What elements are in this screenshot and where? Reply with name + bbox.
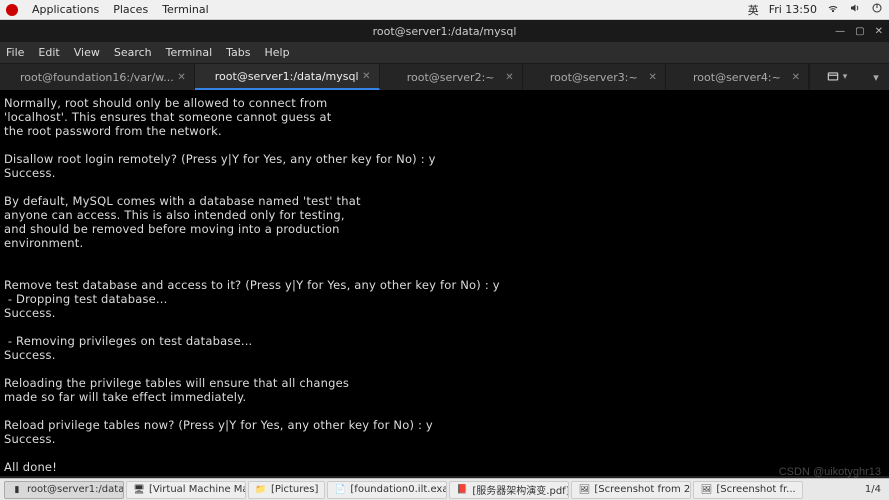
new-tab-menu-button[interactable]: ▾ [809,64,863,90]
folder-icon: 📁 [255,484,267,496]
menu-applications[interactable]: Applications [32,3,99,16]
volume-icon[interactable] [849,2,861,17]
menu-file[interactable]: File [6,46,24,59]
close-icon[interactable]: ✕ [177,72,185,83]
tab-server1[interactable]: root@server1:/data/mysql ✕ [195,64,380,90]
document-icon: 📄 [334,484,346,496]
power-icon[interactable] [871,2,883,17]
taskbar-item-terminal[interactable]: ▮ root@server1:/data/m... [4,481,124,499]
tab-server3[interactable]: root@server3:~ ✕ [523,64,666,90]
window-maximize-button[interactable]: ▢ [855,26,864,37]
taskbar-item-label: root@server1:/data/m... [27,484,124,495]
close-icon[interactable]: ✕ [648,72,656,83]
tab-label: root@server3:~ [550,71,638,84]
taskbar-item-label: [服务器架构演变.pdf] [472,482,569,497]
tab-server-foundation16[interactable]: root@foundation16:/var/w... ✕ [0,64,195,90]
image-icon: 🖼 [700,484,712,496]
clock-label[interactable]: Fri 13:50 [769,3,817,16]
taskbar-item-label: [Screenshot fr... [716,484,795,495]
taskbar-item-pdf[interactable]: 📕 [服务器架构演变.pdf] [449,481,569,499]
menu-view[interactable]: View [74,46,100,59]
tab-overflow-button[interactable]: ▾ [863,64,889,90]
menu-places[interactable]: Places [113,3,148,16]
workspace-pager[interactable]: 1/4 [861,484,885,495]
window-minimize-button[interactable]: — [835,26,845,37]
taskbar-item-label: [foundation0.ilt.exampl... [350,484,447,495]
taskbar-item-virt-manager[interactable]: 🖥 [Virtual Machine Manag... [126,481,246,499]
window-close-button[interactable]: ✕ [875,26,883,37]
tab-server4[interactable]: root@server4:~ ✕ [666,64,809,90]
terminal-icon: ▮ [11,484,23,496]
close-icon[interactable]: ✕ [362,71,370,82]
window-titlebar: root@server1:/data/mysql — ▢ ✕ [0,20,889,42]
tab-label: root@server1:/data/mysql [215,70,359,83]
redhat-logo-icon [6,4,18,16]
terminal-output[interactable]: Normally, root should only be allowed to… [0,90,889,476]
menu-app-terminal[interactable]: Terminal [162,3,209,16]
tab-server2[interactable]: root@server2:~ ✕ [380,64,523,90]
wifi-icon[interactable] [827,2,839,17]
taskbar-item-screenshot-1[interactable]: 🖼 [Screenshot from 202... [571,481,691,499]
taskbar: ▮ root@server1:/data/m... 🖥 [Virtual Mac… [0,478,889,500]
vm-icon: 🖥 [133,484,145,496]
tab-label: root@server2:~ [407,71,495,84]
taskbar-item-screenshot-2[interactable]: 🖼 [Screenshot fr... [693,481,802,499]
close-icon[interactable]: ✕ [505,72,513,83]
image-icon: 🖼 [578,484,590,496]
taskbar-item-label: [Virtual Machine Manag... [149,484,246,495]
menu-tabs[interactable]: Tabs [226,46,250,59]
taskbar-item-label: [Pictures] [271,484,318,495]
menu-bar: File Edit View Search Terminal Tabs Help [0,42,889,64]
tab-bar: root@foundation16:/var/w... ✕ root@serve… [0,64,889,90]
menu-search[interactable]: Search [114,46,152,59]
taskbar-item-label: [Screenshot from 202... [594,484,691,495]
input-method-indicator[interactable]: 英 [748,2,759,18]
menu-help[interactable]: Help [265,46,290,59]
tab-label: root@foundation16:/var/w... [20,71,174,84]
window-title: root@server1:/data/mysql [373,25,517,38]
close-icon[interactable]: ✕ [792,72,800,83]
gnome-topbar: Applications Places Terminal 英 Fri 13:50 [0,0,889,20]
terminal-text: Normally, root should only be allowed to… [4,96,500,476]
pdf-icon: 📕 [456,484,468,496]
menu-terminal[interactable]: Terminal [166,46,213,59]
tab-label: root@server4:~ [693,71,781,84]
menu-edit[interactable]: Edit [38,46,59,59]
taskbar-item-pictures[interactable]: 📁 [Pictures] [248,481,325,499]
taskbar-item-foundation0[interactable]: 📄 [foundation0.ilt.exampl... [327,481,447,499]
